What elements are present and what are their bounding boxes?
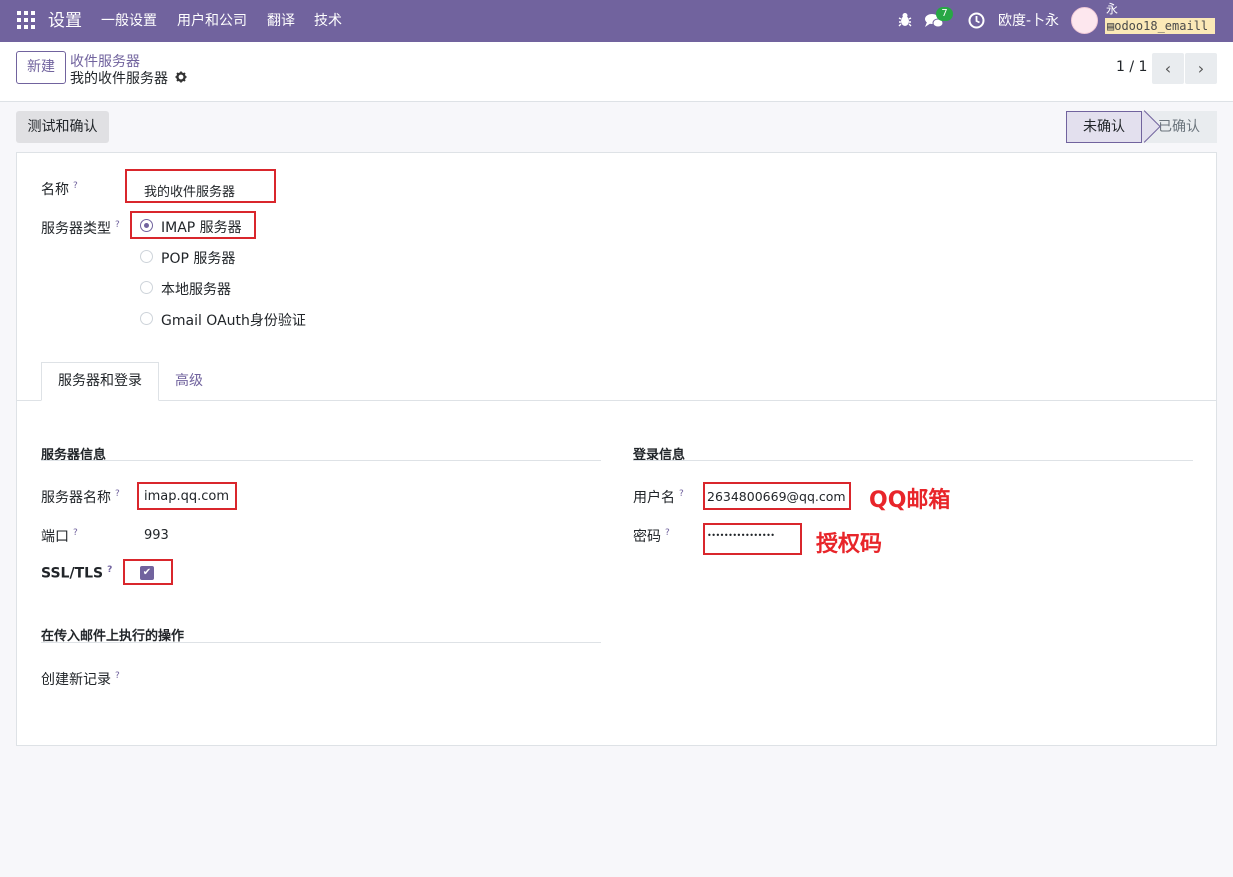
server-type-label-text: 服务器类型 [41, 221, 111, 237]
password-input[interactable]: •••••••••••••••• [707, 531, 775, 540]
radio-local[interactable] [140, 281, 153, 294]
chevron-right-icon: › [1197, 59, 1205, 78]
radio-gmail-oauth-label[interactable]: Gmail OAuth身份验证 [161, 310, 306, 330]
tab-advanced[interactable]: 高级 [175, 362, 203, 401]
actions-divider [41, 642, 601, 643]
server-name-label: 服务器名称? [41, 487, 120, 507]
company-switcher[interactable]: 欧度-卜永 [998, 0, 1059, 42]
server-name-label-text: 服务器名称 [41, 490, 111, 506]
ssl-checkbox[interactable]: ✔ [140, 566, 154, 580]
menu-users-companies[interactable]: 用户和公司 [177, 0, 247, 42]
server-info-divider [41, 460, 601, 461]
login-info-divider [633, 460, 1193, 461]
name-input[interactable]: 我的收件服务器 [144, 181, 235, 200]
pager-value[interactable]: 1 / 1 [1116, 59, 1147, 75]
user-name[interactable]: 永 [1106, 2, 1118, 16]
create-record-label-text: 创建新记录 [41, 672, 111, 688]
ssl-label: SSL/TLS? [41, 565, 112, 582]
username-label: 用户名? [633, 487, 684, 507]
stage-confirmed-label: 已确认 [1158, 119, 1200, 135]
app-title[interactable]: 设置 [48, 0, 82, 42]
help-icon[interactable]: ? [115, 489, 120, 499]
apps-menu-icon[interactable] [17, 11, 35, 29]
menu-technical[interactable]: 技术 [314, 0, 342, 42]
database-name-badge: ▤odoo18_emaill [1105, 18, 1215, 34]
port-label-text: 端口 [41, 529, 69, 545]
test-and-confirm-button[interactable]: 测试和确认 [16, 111, 109, 143]
help-icon[interactable]: ? [115, 671, 120, 681]
radio-imap-label[interactable]: IMAP 服务器 [161, 217, 242, 237]
create-record-label: 创建新记录? [41, 669, 120, 689]
username-label-text: 用户名 [633, 490, 675, 506]
pager-next-button[interactable]: › [1185, 53, 1217, 84]
checkmark-icon: ✔ [142, 567, 152, 578]
help-icon[interactable]: ? [107, 565, 112, 575]
user-avatar[interactable] [1071, 7, 1098, 34]
ssl-label-text: SSL/TLS [41, 565, 104, 582]
top-navbar: 设置 一般设置 用户和公司 翻译 技术 7 欧度-卜永 永 ▤odoo18_em… [0, 0, 1233, 42]
messages-count-badge: 7 [936, 7, 953, 21]
server-name-input[interactable]: imap.qq.com [144, 489, 229, 504]
name-label: 名称? [41, 179, 78, 199]
port-label: 端口? [41, 526, 78, 546]
tab-server-login[interactable]: 服务器和登录 [41, 362, 159, 401]
stage-unconfirmed[interactable]: 未确认 [1066, 111, 1142, 143]
debug-bug-icon[interactable] [898, 12, 912, 28]
password-label: 密码? [633, 526, 670, 546]
username-input[interactable]: 2634800669@qq.com [707, 489, 846, 504]
database-name: odoo18_emaill [1114, 19, 1209, 33]
help-icon[interactable]: ? [73, 181, 78, 191]
auth-code-annotation: 授权码 [816, 532, 883, 557]
gear-icon[interactable] [175, 71, 187, 83]
breadcrumb-current: 我的收件服务器 [70, 71, 168, 87]
help-icon[interactable]: ? [115, 220, 120, 230]
radio-local-label[interactable]: 本地服务器 [161, 279, 231, 299]
pager-previous-button[interactable]: ‹ [1152, 53, 1184, 84]
name-label-text: 名称 [41, 182, 69, 198]
help-icon[interactable]: ? [73, 528, 78, 538]
control-panel: 新建 收件服务器 我的收件服务器 1 / 1 ‹ › [0, 42, 1233, 102]
menu-translations[interactable]: 翻译 [267, 0, 295, 42]
radio-pop[interactable] [140, 250, 153, 263]
form-sheet: 名称? 我的收件服务器 服务器类型? IMAP 服务器 POP 服务器 本地服务… [16, 152, 1217, 746]
new-button[interactable]: 新建 [16, 51, 66, 84]
server-type-label: 服务器类型? [41, 218, 120, 238]
password-label-text: 密码 [633, 529, 661, 545]
radio-pop-label[interactable]: POP 服务器 [161, 248, 235, 268]
help-icon[interactable]: ? [679, 489, 684, 499]
radio-imap[interactable] [140, 219, 153, 232]
radio-gmail-oauth[interactable] [140, 312, 153, 325]
help-icon[interactable]: ? [665, 528, 670, 538]
activity-clock-icon[interactable] [968, 12, 985, 29]
port-input[interactable]: 993 [144, 528, 169, 543]
menu-general-settings[interactable]: 一般设置 [101, 0, 157, 42]
chevron-left-icon: ‹ [1164, 59, 1172, 78]
qq-mail-annotation: QQ邮箱 [869, 488, 951, 513]
